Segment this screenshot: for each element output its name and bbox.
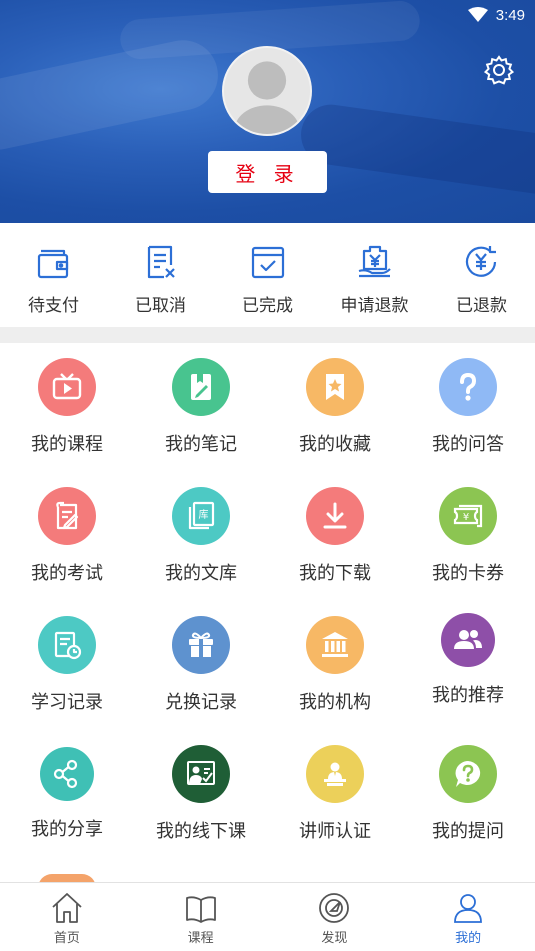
library-icon: 库 [172, 487, 230, 545]
grid-my-recommendations[interactable]: 我的推荐 [401, 601, 535, 721]
order-label: 已退款 [456, 296, 507, 316]
grid-label: 我的卡券 [432, 563, 504, 584]
grid-label: 我的笔记 [165, 434, 237, 455]
grid-lecturer-certification[interactable]: 讲师认证 [268, 730, 402, 850]
order-label: 申请退款 [340, 296, 409, 316]
status-bar: 3:49 [415, 0, 535, 30]
home-icon [52, 893, 82, 923]
ask-icon [439, 745, 497, 803]
coupon-icon: ¥ [439, 487, 497, 545]
grid-label: 我的线下课 [156, 821, 246, 842]
tab-courses[interactable]: 课程 [134, 883, 268, 951]
order-refunded[interactable]: 已退款 [428, 223, 535, 327]
grid-exchange-records[interactable]: 兑换记录 [134, 601, 268, 721]
order-pending-payment[interactable]: 待支付 [0, 223, 107, 327]
tv-icon [38, 358, 96, 416]
grid-label: 讲师认证 [299, 821, 371, 842]
svg-text:¥: ¥ [463, 512, 469, 523]
grid-label: 我的考试 [31, 563, 103, 584]
grid-my-questions[interactable]: 我的提问 [401, 730, 535, 850]
order-label: 待支付 [28, 296, 79, 316]
exam-icon [38, 487, 96, 545]
bookmark-star-icon [306, 358, 364, 416]
grid-label: 我的分享 [31, 819, 103, 840]
wifi-icon [467, 7, 488, 22]
order-cancelled[interactable]: 已取消 [107, 223, 214, 327]
refunded-icon [465, 246, 496, 277]
tab-discover[interactable]: 发现 [268, 883, 402, 951]
grid-label: 我的提问 [432, 821, 504, 842]
bottom-tab-bar: 首页 课程 发现 我的 [0, 882, 535, 951]
download-icon [306, 487, 364, 545]
grid-label: 我的机构 [299, 692, 371, 713]
notebook-icon [172, 358, 230, 416]
grid-my-favorites[interactable]: 我的收藏 [268, 343, 402, 463]
institution-icon [306, 616, 364, 674]
grid-label: 我的推荐 [432, 685, 504, 706]
grid-label: 我的收藏 [299, 434, 371, 455]
grid-study-records[interactable]: 学习记录 [0, 601, 134, 721]
lecturer-icon [306, 745, 364, 803]
book-icon [185, 896, 216, 923]
study-record-icon [38, 616, 96, 674]
grid-my-shares[interactable]: 我的分享 [0, 730, 134, 850]
grid-my-offline-classes[interactable]: 我的线下课 [134, 730, 268, 850]
order-label: 已取消 [135, 296, 186, 316]
grid-my-exams[interactable]: 我的考试 [0, 472, 134, 592]
people-icon [441, 613, 495, 667]
grid-label: 我的文库 [165, 563, 237, 584]
question-icon [439, 358, 497, 416]
grid-label: 我的下载 [299, 563, 371, 584]
order-status-row: 待支付 已取消 已完成 申请退款 已退款 [0, 223, 535, 327]
order-completed[interactable]: 已完成 [214, 223, 321, 327]
order-refund-request[interactable]: 申请退款 [321, 223, 428, 327]
status-time: 3:49 [495, 6, 525, 24]
avatar[interactable] [222, 46, 312, 136]
discover-icon [319, 893, 350, 923]
grid-my-courses[interactable]: 我的课程 [0, 343, 134, 463]
share-icon [40, 747, 94, 801]
tab-label: 课程 [187, 931, 214, 946]
tab-label: 首页 [53, 931, 80, 946]
completed-order-icon [251, 246, 284, 279]
cancelled-order-icon [147, 245, 175, 279]
refund-request-icon [358, 245, 391, 278]
grid-label: 学习记录 [31, 692, 103, 713]
grid-label: 我的问答 [432, 434, 504, 455]
grid-label: 我的课程 [31, 434, 103, 455]
user-icon [454, 894, 483, 923]
gift-icon [172, 616, 230, 674]
login-button[interactable]: 登 录 [208, 151, 327, 193]
default-avatar-icon [224, 48, 310, 134]
tab-home[interactable]: 首页 [0, 883, 134, 951]
svg-text:库: 库 [199, 508, 209, 521]
grid-my-notes[interactable]: 我的笔记 [134, 343, 268, 463]
grid-my-institution[interactable]: 我的机构 [268, 601, 402, 721]
tab-label: 我的 [455, 931, 482, 946]
grid-my-coupons[interactable]: ¥ 我的卡券 [401, 472, 535, 592]
section-divider [0, 327, 535, 343]
settings-gear-icon[interactable] [483, 54, 515, 86]
grid-label: 兑换记录 [165, 692, 237, 713]
profile-header: 3:49 登 录 [0, 0, 535, 223]
grid-my-downloads[interactable]: 我的下载 [268, 472, 402, 592]
tab-mine[interactable]: 我的 [401, 883, 535, 951]
offline-class-icon [172, 745, 230, 803]
tab-label: 发现 [321, 931, 348, 946]
grid-my-qa[interactable]: 我的问答 [401, 343, 535, 463]
grid-my-library[interactable]: 库 我的文库 [134, 472, 268, 592]
wallet-icon [37, 249, 68, 279]
order-label: 已完成 [242, 296, 293, 316]
